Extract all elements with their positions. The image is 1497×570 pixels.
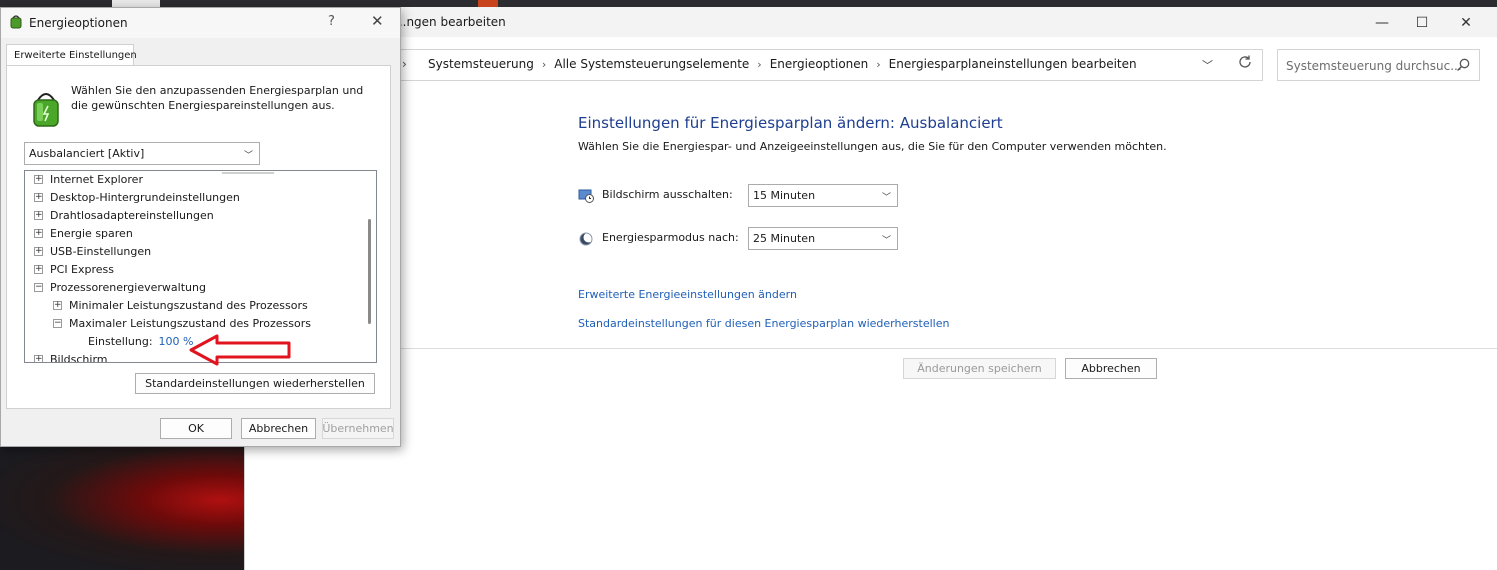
sleep-label: Energiesparmodus nach: [602, 231, 739, 244]
cancel-button[interactable]: Abbrechen [1065, 358, 1157, 379]
battery-plan-icon [33, 93, 59, 127]
window-titlebar: ...ngen bearbeiten — ☐ ✕ [245, 7, 1497, 37]
expand-plus-icon[interactable]: + [34, 193, 43, 202]
advanced-settings-link[interactable]: Erweiterte Energieeinstellungen ändern [578, 288, 797, 301]
annotation-arrow-icon [189, 334, 291, 366]
taskbar-thumbnail [478, 0, 498, 7]
control-panel-window: ...ngen bearbeiten — ☐ ✕ › Systemsteueru… [244, 7, 1497, 570]
tree-item-desktop-background[interactable]: + Desktop-Hintergrundeinstellungen [25, 189, 365, 207]
monitor-clock-icon [578, 189, 594, 203]
restore-defaults-button[interactable]: Standardeinstellungen wiederherstellen [135, 373, 375, 394]
power-options-dialog: Energieoptionen ? ✕ Erweiterte Einstellu… [0, 7, 401, 447]
tree-scrollbar[interactable] [368, 219, 371, 324]
tree-item-wireless[interactable]: + Drahtlosadaptereinstellungen [25, 207, 365, 225]
restore-defaults-link[interactable]: Standardeinstellungen für diesen Energie… [578, 317, 949, 330]
tree-item-pci-express[interactable]: + PCI Express [25, 261, 365, 279]
taskbar-thumbnail [112, 0, 160, 7]
breadcrumb: Systemsteuerung › Alle Systemsteuerungse… [428, 57, 1137, 71]
tree-item-usb[interactable]: + USB-Einstellungen [25, 243, 365, 261]
search-icon[interactable] [1455, 57, 1471, 73]
chevron-right-icon: › [876, 57, 881, 71]
divider [245, 348, 1497, 349]
expand-plus-icon[interactable]: + [34, 265, 43, 274]
tree-item-energy-saving[interactable]: + Energie sparen [25, 225, 365, 243]
save-changes-button[interactable]: Änderungen speichern [903, 358, 1056, 379]
moon-icon [579, 232, 594, 246]
tree-item-min-state[interactable]: + Minimaler Leistungszustand des Prozess… [25, 297, 365, 315]
breadcrumb-item-systemsteuerung[interactable]: Systemsteuerung [428, 57, 534, 71]
tree-item-max-state[interactable]: − Maximaler Leistungszustand des Prozess… [25, 315, 365, 333]
tab-advanced-settings[interactable]: Erweiterte Einstellungen [6, 44, 137, 66]
refresh-icon[interactable] [1237, 54, 1253, 70]
chevron-down-icon: ﹀ [243, 151, 253, 161]
ok-button[interactable]: OK [160, 418, 232, 439]
maximize-button[interactable]: ☐ [1399, 11, 1445, 35]
chevron-down-icon: ﹀ [881, 236, 891, 246]
breadcrumb-item-all-items[interactable]: Alle Systemsteuerungselemente [554, 57, 749, 71]
page-subtitle: Wählen Sie die Energiespar- und Anzeigee… [578, 140, 1167, 153]
breadcrumb-item-energieoptionen[interactable]: Energieoptionen [770, 57, 869, 71]
address-dropdown-icon[interactable]: ﹀ [1202, 57, 1213, 73]
collapse-minus-icon[interactable]: − [53, 319, 62, 328]
apply-button[interactable]: Übernehmen [322, 418, 394, 439]
expand-plus-icon[interactable]: + [34, 355, 43, 362]
expand-plus-icon[interactable]: + [34, 229, 43, 238]
breadcrumb-item-edit-plan[interactable]: Energiesparplaneinstellungen bearbeiten [889, 57, 1137, 71]
close-icon: ✕ [1460, 15, 1472, 31]
dialog-title: Energieoptionen [29, 16, 128, 30]
chevron-right-icon: › [757, 57, 762, 71]
window-title: ...ngen bearbeiten [395, 15, 506, 29]
display-off-value: 15 Minuten [753, 189, 816, 202]
expand-plus-icon[interactable]: + [34, 247, 43, 256]
minimize-icon: — [1375, 15, 1389, 31]
expand-plus-icon[interactable]: + [34, 175, 43, 184]
plan-select[interactable]: Ausbalanciert [Aktiv] ﹀ [24, 142, 260, 165]
tree-item-internet-explorer[interactable]: + Internet Explorer [25, 171, 365, 189]
page-title: Einstellungen für Energiesparplan ändern… [578, 114, 1003, 132]
search-placeholder: Systemsteuerung durchsuc... [1286, 59, 1462, 73]
breadcrumb-chevron-icon: › [402, 57, 407, 71]
sleep-select[interactable]: 25 Minuten ﹀ [748, 227, 898, 250]
chevron-right-icon: › [541, 57, 547, 71]
dialog-close-button[interactable]: ✕ [371, 12, 384, 30]
expand-plus-icon[interactable]: + [53, 301, 62, 310]
display-off-select[interactable]: 15 Minuten ﹀ [748, 184, 898, 207]
maximize-icon: ☐ [1415, 15, 1429, 31]
collapse-minus-icon[interactable]: − [34, 283, 43, 292]
desktop-wallpaper [0, 440, 250, 570]
tree-item-processor[interactable]: − Prozessorenergieverwaltung [25, 279, 365, 297]
search-input[interactable]: Systemsteuerung durchsuc... [1277, 49, 1480, 81]
chevron-down-icon: ﹀ [881, 193, 891, 203]
dialog-description: Wählen Sie den anzupassenden Energiespar… [71, 84, 364, 112]
plan-select-value: Ausbalanciert [Aktiv] [29, 147, 145, 160]
power-options-icon [10, 15, 22, 29]
sleep-value: 25 Minuten [753, 232, 816, 245]
dialog-cancel-button[interactable]: Abbrechen [241, 418, 316, 439]
display-off-label: Bildschirm ausschalten: [602, 188, 733, 201]
address-row: › Systemsteuerung › Alle Systemsteuerung… [245, 45, 1497, 85]
setting-label: Einstellung: [88, 335, 153, 348]
expand-plus-icon[interactable]: + [34, 211, 43, 220]
help-button[interactable]: ? [328, 14, 335, 29]
close-button[interactable]: ✕ [1443, 11, 1489, 35]
dialog-titlebar: Energieoptionen ? ✕ [1, 8, 400, 38]
